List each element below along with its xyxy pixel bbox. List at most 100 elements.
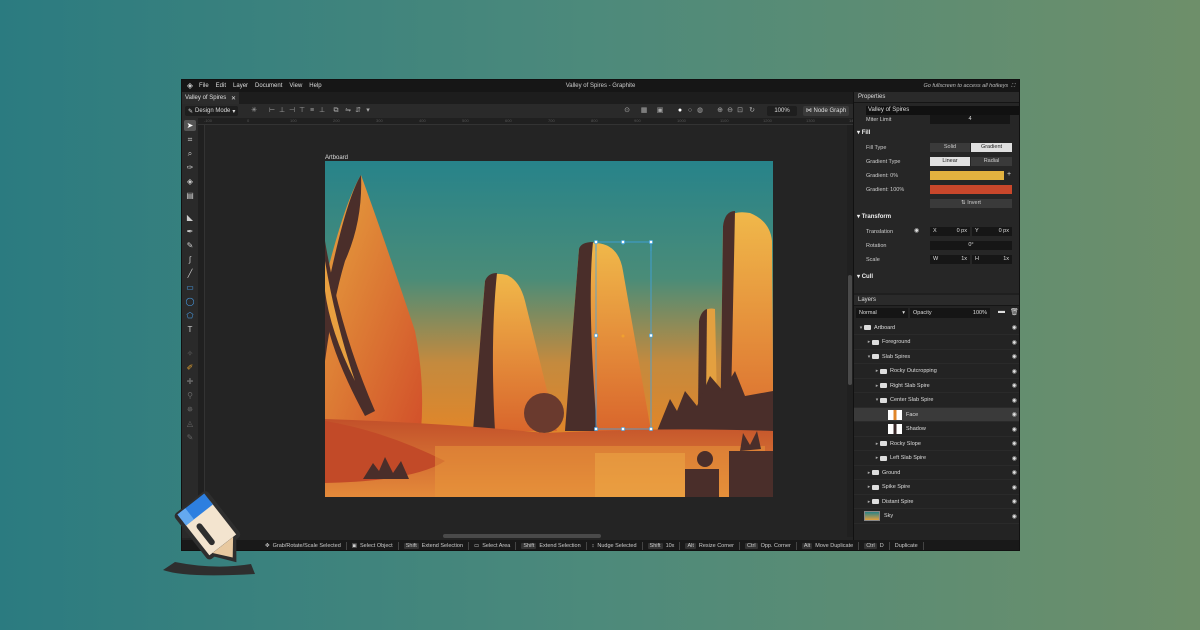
brush-dimmed-icon[interactable]: ✧ (184, 348, 196, 359)
layer-name-field[interactable]: Valley of Spires (866, 106, 1019, 115)
overlays-icon[interactable]: ▣ (656, 107, 664, 115)
menu-edit[interactable]: Edit (216, 83, 226, 89)
invert-button[interactable]: ⇅ Invert (930, 199, 1012, 208)
fill-solid-button[interactable]: Solid (930, 143, 970, 152)
heal-tool-icon[interactable]: ✚ (184, 376, 196, 387)
visibility-eye-icon[interactable]: ◉ (1012, 498, 1017, 505)
render-pixel-icon[interactable]: ◍ (696, 107, 704, 115)
gradient-radial-button[interactable]: Radial (971, 157, 1012, 166)
delete-layer-icon[interactable]: 🗑 (1010, 308, 1019, 316)
visibility-eye-icon[interactable]: ◉ (1012, 397, 1017, 404)
select-tool-icon[interactable]: ➤ (184, 120, 196, 131)
freehand-tool-icon[interactable]: ✎ (184, 240, 196, 251)
horizontal-scrollbar[interactable] (205, 533, 847, 539)
menu-view[interactable]: View (289, 83, 302, 89)
visibility-eye-icon[interactable]: ◉ (1012, 484, 1017, 491)
rectangle-tool-icon[interactable]: ▭ (184, 282, 196, 293)
visibility-eye-icon[interactable]: ◉ (1012, 513, 1017, 520)
valley-of-spires-artwork[interactable] (325, 161, 773, 497)
opacity-input[interactable]: Opacity 100% (910, 308, 990, 318)
navigate-tool-icon[interactable]: ⌕ (184, 148, 196, 159)
transform-section-header[interactable]: ▾ Transform (857, 213, 891, 222)
brush-tool-icon[interactable]: ✐ (184, 362, 196, 373)
visibility-eye-icon[interactable]: ◉ (1012, 324, 1017, 331)
visibility-eye-icon[interactable]: ◉ (1012, 469, 1017, 476)
gradient-0-swatch[interactable] (930, 171, 1004, 180)
fill-section-header[interactable]: ▾ Fill (857, 129, 870, 138)
translation-x-input[interactable]: X 0 px (930, 227, 970, 236)
layer-row[interactable]: ▸ Spike Spire ◉ (854, 481, 1019, 495)
menu-layer[interactable]: Layer (233, 83, 248, 89)
align-left-icon[interactable]: ⊢ (268, 107, 276, 115)
zoom-in-icon[interactable]: ⊕ (716, 107, 724, 115)
artboard-tool-icon[interactable]: ⌗ (184, 134, 196, 145)
visibility-eye-icon[interactable]: ◉ (1012, 426, 1017, 433)
boolean-ops-icon[interactable]: ⧉ (332, 107, 340, 115)
scroll-thumb[interactable] (443, 534, 601, 538)
scroll-thumb[interactable] (848, 275, 852, 385)
layer-row[interactable]: ▸ Rocky Slope ◉ (854, 437, 1019, 451)
menu-document[interactable]: Document (255, 83, 282, 89)
scale-h-input[interactable]: H 1x (972, 255, 1012, 264)
layer-row[interactable]: ▸ Left Slab Spire ◉ (854, 452, 1019, 466)
layer-row[interactable]: Face ◉ (854, 408, 1019, 422)
gradient-tool-icon[interactable]: ▤ (184, 190, 196, 201)
layer-row[interactable]: Shadow ◉ (854, 423, 1019, 437)
visibility-eye-icon[interactable]: ◉ (1012, 382, 1017, 389)
layer-row[interactable]: ▸ Foreground ◉ (854, 336, 1019, 350)
path-tool-icon[interactable]: ◣ (184, 212, 196, 223)
canvas-viewport[interactable]: Artboard (205, 125, 847, 537)
eyedropper-tool-icon[interactable]: ✑ (184, 162, 196, 173)
layer-row[interactable]: ▸ Ground ◉ (854, 466, 1019, 480)
patch-tool-icon[interactable]: ✵ (184, 404, 196, 415)
grid-icon[interactable]: ▦ (640, 107, 648, 115)
gradient-linear-button[interactable]: Linear (930, 157, 970, 166)
zoom-fit-icon[interactable]: ⊡ (736, 107, 744, 115)
align-top-icon[interactable]: ⊤ (298, 107, 306, 115)
flip-vertical-icon[interactable]: ⇵ (354, 107, 362, 115)
ellipse-tool-icon[interactable]: ◯ (184, 296, 196, 307)
translation-y-input[interactable]: Y 0 px (972, 227, 1012, 236)
layer-row[interactable]: ▸ Distant Spire ◉ (854, 495, 1019, 509)
fullscreen-icon[interactable]: ⛶ (1011, 83, 1015, 90)
layer-row[interactable]: Sky ◉ (854, 510, 1019, 524)
visibility-eye-icon[interactable]: ◉ (1012, 440, 1017, 447)
rotation-input[interactable]: 0° (930, 241, 1012, 250)
new-folder-icon[interactable]: ▬ (998, 308, 1005, 315)
snapping-icon[interactable]: ⊙ (623, 107, 631, 115)
gradient-100-swatch[interactable] (930, 185, 1012, 194)
layer-row[interactable]: ▾ Artboard ◉ (854, 321, 1019, 335)
document-tab[interactable]: Valley of Spires ✕ (182, 92, 239, 104)
menu-help[interactable]: Help (309, 83, 321, 89)
align-right-icon[interactable]: ⊣ (288, 107, 296, 115)
align-middle-icon[interactable]: ≡ (308, 107, 316, 115)
graphite-logo-icon[interactable]: ◈ (185, 81, 195, 91)
pivot-icon[interactable]: ✳ (250, 107, 258, 115)
rotate-icon[interactable]: ↻ (748, 107, 756, 115)
scale-w-input[interactable]: W 1x (930, 255, 970, 264)
visibility-eye-icon[interactable]: ◉ (1012, 368, 1017, 375)
fill-tool-icon[interactable]: ◈ (184, 176, 196, 187)
line-tool-icon[interactable]: ╱ (184, 268, 196, 279)
close-icon[interactable]: ✕ (231, 95, 236, 102)
detail-tool-icon[interactable]: ◬ (184, 418, 196, 429)
add-stop-icon[interactable]: + (1007, 171, 1011, 178)
align-bottom-icon[interactable]: ⊥ (318, 107, 326, 115)
link-icon[interactable]: ◉ (914, 227, 919, 234)
fill-gradient-button[interactable]: Gradient (971, 143, 1012, 152)
render-normal-icon[interactable]: ● (676, 107, 684, 115)
visibility-eye-icon[interactable]: ◉ (1012, 353, 1017, 360)
visibility-eye-icon[interactable]: ◉ (1012, 411, 1017, 418)
miter-limit-input[interactable]: 4 (930, 115, 1010, 124)
artboard[interactable] (325, 161, 773, 497)
zoom-input[interactable]: 100% (767, 106, 797, 116)
layer-row[interactable]: ▾ Center Slab Spire ◉ (854, 394, 1019, 408)
node-graph-button[interactable]: ⋈ Node Graph (803, 106, 849, 116)
render-outline-icon[interactable]: ○ (686, 107, 694, 115)
blend-mode-select[interactable]: Normal ▾ (856, 308, 908, 318)
menu-file[interactable]: File (199, 83, 209, 89)
cull-section-header[interactable]: ▾ Cull (857, 273, 873, 282)
layer-row[interactable]: ▸ Rocky Outcropping ◉ (854, 365, 1019, 379)
polygon-tool-icon[interactable]: ⬠ (184, 310, 196, 321)
text-tool-icon[interactable]: T (184, 324, 196, 335)
